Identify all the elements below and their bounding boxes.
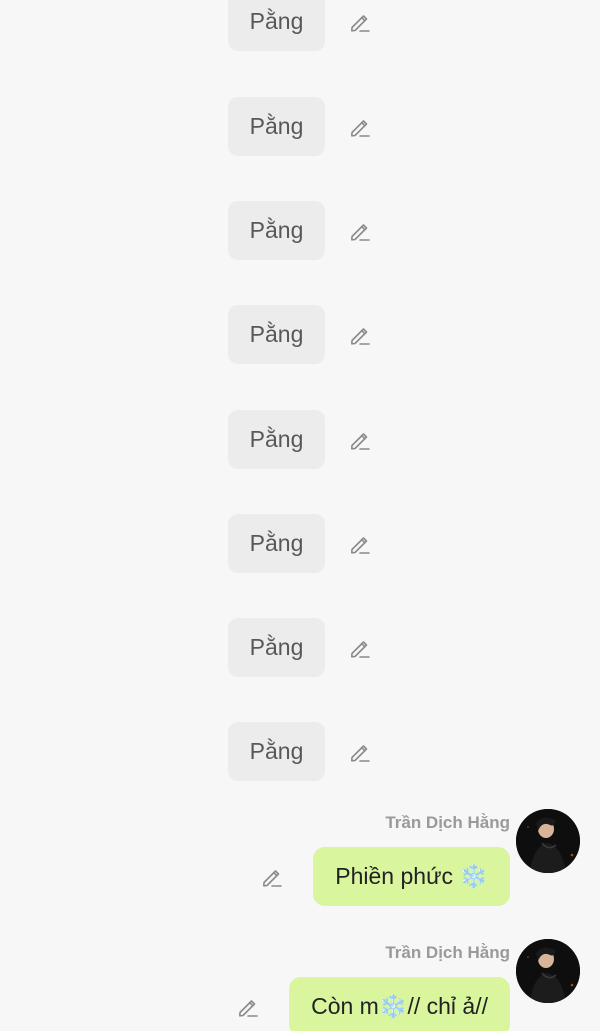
edit-icon[interactable] <box>260 865 284 889</box>
message-bubble[interactable]: Pằng <box>228 0 325 51</box>
sender-name: Trần Dịch Hằng <box>385 813 510 832</box>
message-bubble[interactable]: Pằng <box>228 514 325 573</box>
message-row: Pằng <box>228 97 372 156</box>
message-bubble[interactable]: Pằng <box>228 410 325 469</box>
message-bubble[interactable]: Phiền phức ❄️ <box>313 847 510 906</box>
edit-icon[interactable] <box>348 323 372 347</box>
edit-icon[interactable] <box>348 636 372 660</box>
message-row: Còn m❄️// chỉ ả// <box>236 977 510 1031</box>
message-bubble[interactable]: Còn m❄️// chỉ ả// <box>289 977 510 1031</box>
chat-view: Pằng Pằng Pằng Pằng Pằng Pằng Pằng Pằng … <box>0 0 600 1031</box>
message-bubble[interactable]: Pằng <box>228 722 325 781</box>
message-row: Pằng <box>228 618 372 677</box>
message-row: Pằng <box>228 305 372 364</box>
edit-icon[interactable] <box>348 532 372 556</box>
message-row: Phiền phức ❄️ <box>260 847 510 906</box>
message-row: Pằng <box>228 722 372 781</box>
message-row: Pằng <box>228 201 372 260</box>
sender-name: Trần Dịch Hằng <box>385 943 510 962</box>
message-bubble[interactable]: Pằng <box>228 305 325 364</box>
avatar[interactable] <box>516 809 580 873</box>
message-bubble[interactable]: Pằng <box>228 618 325 677</box>
edit-icon[interactable] <box>348 219 372 243</box>
avatar[interactable] <box>516 939 580 1003</box>
message-bubble[interactable]: Pằng <box>228 201 325 260</box>
message-row: Pằng <box>228 0 372 51</box>
message-bubble[interactable]: Pằng <box>228 97 325 156</box>
edit-icon[interactable] <box>348 740 372 764</box>
edit-icon[interactable] <box>348 10 372 34</box>
edit-icon[interactable] <box>348 115 372 139</box>
message-row: Pằng <box>228 410 372 469</box>
edit-icon[interactable] <box>236 995 260 1019</box>
edit-icon[interactable] <box>348 428 372 452</box>
message-row: Pằng <box>228 514 372 573</box>
